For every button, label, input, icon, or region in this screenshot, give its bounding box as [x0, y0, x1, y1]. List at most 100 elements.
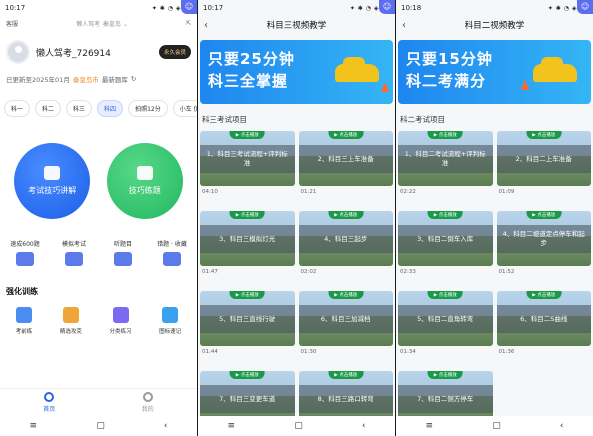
video-caption: 3、科目三模拟灯光	[200, 225, 295, 253]
practice-item-2[interactable]: 模拟考试	[51, 239, 97, 266]
play-button[interactable]: ▶ 点击播放	[427, 291, 463, 299]
refresh-icon[interactable]: ↻	[131, 75, 136, 83]
video-caption: 1、科目三考试流程+评判标准	[200, 145, 295, 173]
car-icon	[533, 57, 577, 82]
video-thumbnail[interactable]: ▶ 点击播放 5、科目三直线行驶	[200, 291, 295, 346]
back-icon[interactable]: ‹	[164, 421, 168, 431]
play-button[interactable]: ▶ 点击播放	[427, 131, 463, 139]
video-thumbnail[interactable]: ▶ 点击播放 6、科目二S曲线	[496, 291, 591, 346]
video-caption: 4、科目二坡道定点停车和起步	[496, 225, 591, 253]
practice-item-4[interactable]: 错题 · 收藏	[149, 239, 195, 266]
play-button[interactable]: ▶ 点击播放	[526, 211, 562, 219]
play-button[interactable]: ▶ 点击播放	[328, 291, 364, 299]
practice-item-icon	[163, 252, 181, 266]
home-icon[interactable]: ▢	[96, 421, 105, 431]
play-button[interactable]: ▶ 点击播放	[229, 291, 265, 299]
status-time: 10:17	[5, 4, 26, 12]
practice-item-3[interactable]: 听题目	[100, 239, 146, 266]
video-thumbnail[interactable]: ▶ 点击播放 4、科目三起步	[298, 211, 393, 266]
menu-icon[interactable]: ≡	[228, 421, 236, 431]
play-button[interactable]: ▶ 点击播放	[526, 131, 562, 139]
back-arrow-icon[interactable]: ‹	[204, 20, 218, 31]
exam-tips-button[interactable]: 考试技巧讲解	[14, 143, 91, 219]
subject2-video-screen: 10:18 ✦ ✱ ◔ ◈ 75 ☺ ‹ 科目二视频教学 只要15分钟 科二考满…	[396, 0, 593, 436]
city-selector[interactable]: 秦皇岛 ⌄	[103, 21, 128, 28]
vip-badge[interactable]: 永久会员	[158, 45, 191, 59]
tab-mine[interactable]: 我的	[142, 392, 154, 413]
play-button[interactable]: ▶ 点击播放	[229, 211, 265, 219]
video-card[interactable]: ▶ 点击播放 4、科目二坡道定点停车和起步 01:52	[496, 211, 591, 291]
video-thumbnail[interactable]: ▶ 点击播放 6、科目三加减档	[298, 291, 393, 346]
training-item-1[interactable]: 考前练	[16, 307, 33, 335]
video-thumbnail[interactable]: ▶ 点击播放 2、科目三上车准备	[298, 131, 393, 186]
share-icon[interactable]: ⇱	[186, 20, 191, 27]
floating-assistant-icon[interactable]: ☺	[577, 0, 593, 14]
tab-subject-3[interactable]: 科三	[66, 100, 93, 117]
tips-practice-button[interactable]: 技巧练题	[106, 143, 183, 219]
video-card[interactable]: ▶ 点击播放 1、科目三考试流程+评判标准 04:10	[200, 131, 295, 211]
video-thumbnail[interactable]: ▶ 点击播放 5、科目二直角转弯	[398, 291, 493, 346]
play-button[interactable]: ▶ 点击播放	[427, 371, 463, 379]
home-icon[interactable]: ▢	[492, 421, 501, 431]
video-thumbnail[interactable]: ▶ 点击播放 1、科目三考试流程+评判标准	[200, 131, 295, 186]
play-button[interactable]: ▶ 点击播放	[328, 371, 364, 379]
promo-banner[interactable]: 只要25分钟 科三全掌握	[200, 40, 393, 104]
menu-icon[interactable]: ≡	[30, 421, 38, 431]
play-button[interactable]: ▶ 点击播放	[229, 371, 265, 379]
video-duration: 02:22	[400, 189, 416, 195]
back-arrow-icon[interactable]: ‹	[402, 20, 416, 31]
play-button[interactable]: ▶ 点击播放	[526, 291, 562, 299]
video-thumbnail[interactable]: ▶ 点击播放 1、科目二考试流程+评判标准	[398, 131, 493, 186]
video-card[interactable]: ▶ 点击播放 5、科目三直线行驶 01:44	[200, 291, 295, 371]
video-thumbnail[interactable]: ▶ 点击播放 3、科目三模拟灯光	[200, 211, 295, 266]
status-bar: 10:17 ✦ ✱ ◔ ◈ 75	[0, 0, 197, 14]
play-button[interactable]: ▶ 点击播放	[328, 211, 364, 219]
tab-subject-5[interactable]: 拍照12分	[128, 100, 168, 117]
user-card[interactable]: 懒人驾考_726914 永久会员	[0, 32, 197, 68]
tab-subject-4[interactable]: 科四	[97, 100, 124, 117]
video-card[interactable]: ▶ 点击播放 5、科目二直角转弯 01:34	[398, 291, 493, 371]
user-name: 懒人驾考_726914	[36, 48, 111, 59]
update-info: 已更新至2025年01月 秦皇岛市 最新题库 ↻	[0, 68, 197, 90]
menu-icon[interactable]: ≡	[426, 421, 434, 431]
status-time: 10:18	[401, 4, 422, 12]
main-action-buttons: 考试技巧讲解 技巧练题	[0, 121, 197, 225]
back-icon[interactable]: ‹	[560, 421, 564, 431]
home-icon[interactable]: ▢	[294, 421, 303, 431]
home-screen: 10:17 ✦ ✱ ◔ ◈ 75 ☺ 客服 懒人驾考 秦皇岛 ⌄ ⇱ 懒人驾考_…	[0, 0, 197, 436]
floating-assistant-icon[interactable]: ☺	[379, 0, 395, 14]
tab-home[interactable]: 首页	[43, 392, 55, 413]
video-card[interactable]: ▶ 点击播放 3、科目二倒车入库 02:33	[398, 211, 493, 291]
video-thumbnail[interactable]: ▶ 点击播放 2、科目二上车准备	[496, 131, 591, 186]
update-city[interactable]: 秦皇岛市	[73, 74, 99, 84]
floating-assistant-icon[interactable]: ☺	[181, 0, 197, 14]
video-card[interactable]: ▶ 点击播放 4、科目三起步 02:02	[298, 211, 393, 291]
tab-subject-1[interactable]: 科一	[4, 100, 31, 117]
back-icon[interactable]: ‹	[362, 421, 366, 431]
tab-subject-2[interactable]: 科二	[35, 100, 62, 117]
video-card[interactable]: ▶ 点击播放 2、科目二上车准备 01:09	[496, 131, 591, 211]
video-duration: 04:10	[202, 189, 218, 195]
video-card[interactable]: ▶ 点击播放 6、科目三加减档 01:30	[298, 291, 393, 371]
play-button[interactable]: ▶ 点击播放	[427, 211, 463, 219]
system-nav-bar: ≡ ▢ ‹	[198, 416, 395, 436]
practice-item-1[interactable]: 速成600题	[2, 239, 48, 266]
video-thumbnail[interactable]: ▶ 点击播放 4、科目二坡道定点停车和起步	[496, 211, 591, 266]
avatar[interactable]	[6, 40, 30, 64]
play-button[interactable]: ▶ 点击播放	[328, 131, 364, 139]
training-item-2[interactable]: 精选攻克	[60, 307, 82, 335]
video-card[interactable]: ▶ 点击播放 6、科目二S曲线 01:36	[496, 291, 591, 371]
promo-banner[interactable]: 只要15分钟 科二考满分	[398, 40, 591, 104]
practice-item-label: 模拟考试	[61, 241, 86, 248]
video-card[interactable]: ▶ 点击播放 2、科目三上车准备 01:21	[298, 131, 393, 211]
video-caption: 5、科目三直线行驶	[200, 305, 295, 333]
video-card[interactable]: ▶ 点击播放 3、科目三模拟灯光 01:47	[200, 211, 295, 291]
training-item-icon	[16, 307, 33, 323]
training-item-3[interactable]: 分类练习	[110, 307, 132, 335]
tab-subject-6[interactable]: 小车 仿真模考	[172, 100, 197, 117]
video-thumbnail[interactable]: ▶ 点击播放 3、科目二倒车入库	[398, 211, 493, 266]
video-card[interactable]: ▶ 点击播放 1、科目二考试流程+评判标准 02:22	[398, 131, 493, 211]
customer-service-button[interactable]: 客服	[6, 19, 18, 28]
play-button[interactable]: ▶ 点击播放	[229, 131, 265, 139]
training-item-4[interactable]: 图标速记	[159, 307, 181, 335]
